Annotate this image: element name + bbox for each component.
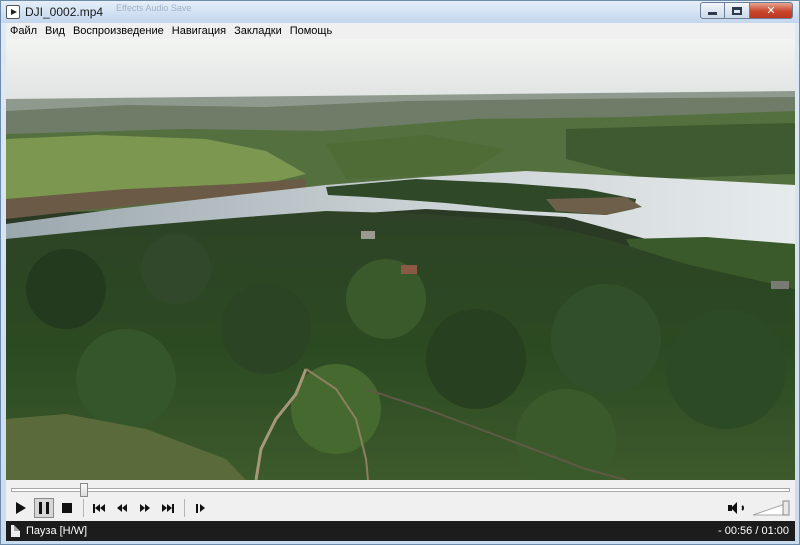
volume-slider[interactable] — [752, 499, 790, 517]
frame-step-icon — [195, 503, 205, 513]
close-icon: ✕ — [766, 5, 776, 17]
window-title: DJI_0002.mp4 — [25, 5, 104, 19]
volume-area — [726, 498, 790, 518]
transport-buttons — [11, 498, 213, 518]
window-controls: ✕ — [700, 2, 793, 19]
seek-thumb[interactable] — [80, 483, 89, 497]
menu-navigate[interactable]: Навигация — [168, 23, 230, 39]
title-bar[interactable]: DJI_0002.mp4 Effects Audio Save ✕ — [1, 1, 799, 23]
next-button[interactable] — [158, 498, 178, 518]
previous-button[interactable] — [89, 498, 109, 518]
maximize-icon — [732, 6, 742, 15]
minimize-icon — [708, 12, 717, 15]
minimize-button[interactable] — [700, 2, 725, 19]
fast-forward-icon — [140, 504, 150, 512]
menu-file[interactable]: Файл — [6, 23, 41, 39]
seek-bar[interactable] — [11, 483, 790, 497]
play-icon — [16, 502, 26, 514]
menu-view[interactable]: Вид — [41, 23, 69, 39]
player-window: DJI_0002.mp4 Effects Audio Save ✕ Файл В… — [0, 0, 800, 545]
menu-bookmarks[interactable]: Закладки — [230, 23, 286, 39]
play-button[interactable] — [11, 498, 31, 518]
playback-controls — [6, 480, 795, 521]
next-icon — [162, 503, 174, 513]
speaker-icon[interactable] — [726, 500, 746, 516]
fast-forward-button[interactable] — [135, 498, 155, 518]
menu-bar: Файл Вид Воспроизведение Навигация Закла… — [6, 23, 795, 39]
pause-button[interactable] — [34, 498, 54, 518]
close-button[interactable]: ✕ — [750, 2, 793, 19]
stop-icon — [62, 503, 72, 513]
frame-step-button[interactable] — [190, 498, 210, 518]
time-display[interactable]: - 00:56 / 01:00 — [718, 525, 789, 537]
maximize-button[interactable] — [725, 2, 750, 19]
background-window-text: Effects Audio Save — [116, 3, 192, 13]
aerial-landscape-image — [6, 39, 795, 480]
status-bar: Пауза [H/W] - 00:56 / 01:00 — [6, 521, 795, 541]
rewind-icon — [117, 504, 127, 512]
app-icon[interactable] — [6, 5, 20, 19]
separator — [83, 499, 84, 517]
file-info-icon — [11, 525, 20, 537]
stop-button[interactable] — [57, 498, 77, 518]
previous-icon — [93, 503, 105, 513]
status-text: Пауза [H/W] — [26, 525, 88, 537]
pause-icon — [39, 502, 49, 514]
rewind-button[interactable] — [112, 498, 132, 518]
separator — [184, 499, 185, 517]
volume-thumb[interactable] — [782, 500, 790, 516]
menu-playback[interactable]: Воспроизведение — [69, 23, 168, 39]
video-frame[interactable] — [6, 39, 795, 480]
menu-help[interactable]: Помощь — [286, 23, 337, 39]
